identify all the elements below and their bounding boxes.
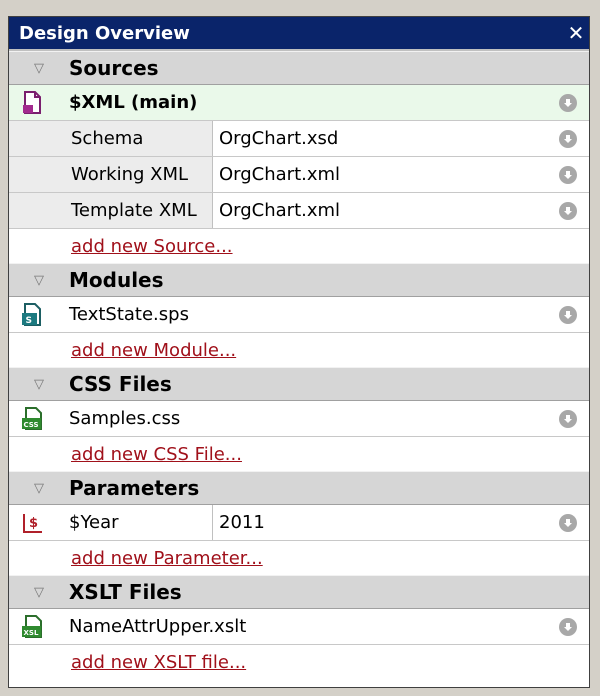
collapse-triangle-icon[interactable]: ▽ — [9, 273, 69, 288]
section-header-modules[interactable]: ▽ Modules — [9, 263, 589, 297]
prop-value[interactable]: OrgChart.xml — [213, 200, 589, 221]
css-file-icon: CSS — [9, 406, 69, 431]
section-header-css[interactable]: ▽ CSS Files — [9, 367, 589, 401]
module-label: TextState.sps — [69, 304, 189, 325]
download-icon[interactable] — [559, 202, 577, 220]
section-title-modules: Modules — [69, 268, 164, 292]
add-source-row: add new Source... — [9, 229, 589, 263]
section-title-sources: Sources — [69, 56, 159, 80]
panel-title: Design Overview — [19, 22, 190, 44]
add-module-row: add new Module... — [9, 333, 589, 367]
source-main-row[interactable]: $XML (main) — [9, 85, 589, 121]
download-icon[interactable] — [559, 94, 577, 112]
svg-text:XSL: XSL — [24, 629, 39, 637]
collapse-triangle-icon[interactable]: ▽ — [9, 585, 69, 600]
add-xslt-row: add new XSLT file... — [9, 645, 589, 679]
sps-file-icon: S — [9, 302, 69, 327]
panel-titlebar: Design Overview ✕ — [9, 17, 589, 51]
collapse-triangle-icon[interactable]: ▽ — [9, 377, 69, 392]
section-title-xslt: XSLT Files — [69, 580, 182, 604]
collapse-triangle-icon[interactable]: ▽ — [9, 481, 69, 496]
prop-value[interactable]: OrgChart.xml — [213, 164, 589, 185]
download-icon[interactable] — [559, 166, 577, 184]
section-header-xslt[interactable]: ▽ XSLT Files — [9, 575, 589, 609]
add-css-row: add new CSS File... — [9, 437, 589, 471]
add-source-link[interactable]: add new Source... — [71, 236, 233, 257]
xml-source-icon — [9, 90, 69, 115]
xslt-file-icon: XSL — [9, 614, 69, 639]
xslt-file-row[interactable]: XSL NameAttrUpper.xslt — [9, 609, 589, 645]
design-overview-panel: Design Overview ✕ ▽ Sources $XML (main) … — [8, 16, 590, 688]
add-parameter-row: add new Parameter... — [9, 541, 589, 575]
xslt-file-label: NameAttrUpper.xslt — [69, 616, 247, 637]
source-prop-row[interactable]: Template XML OrgChart.xml — [9, 193, 589, 229]
parameter-name: $Year — [69, 505, 213, 540]
source-main-label: $XML (main) — [69, 92, 198, 113]
section-header-parameters[interactable]: ▽ Parameters — [9, 471, 589, 505]
svg-text:S: S — [26, 316, 32, 326]
add-parameter-link[interactable]: add new Parameter... — [71, 548, 263, 569]
source-prop-row[interactable]: Schema OrgChart.xsd — [9, 121, 589, 157]
css-file-label: Samples.css — [69, 408, 181, 429]
css-file-row[interactable]: CSS Samples.css — [9, 401, 589, 437]
section-title-css: CSS Files — [69, 372, 172, 396]
download-icon[interactable] — [559, 514, 577, 532]
add-module-link[interactable]: add new Module... — [71, 340, 236, 361]
svg-text:CSS: CSS — [24, 421, 39, 429]
prop-value[interactable]: OrgChart.xsd — [213, 128, 589, 149]
download-icon[interactable] — [559, 306, 577, 324]
download-icon[interactable] — [559, 410, 577, 428]
parameter-icon: $ — [9, 512, 69, 534]
section-header-sources[interactable]: ▽ Sources — [9, 51, 589, 85]
section-title-parameters: Parameters — [69, 476, 200, 500]
add-css-link[interactable]: add new CSS File... — [71, 444, 242, 465]
source-prop-row[interactable]: Working XML OrgChart.xml — [9, 157, 589, 193]
parameter-row[interactable]: $ $Year 2011 — [9, 505, 589, 541]
parameter-value[interactable]: 2011 — [213, 512, 589, 533]
prop-key: Working XML — [69, 157, 213, 192]
module-row[interactable]: S TextState.sps — [9, 297, 589, 333]
close-icon[interactable]: ✕ — [563, 21, 589, 45]
add-xslt-link[interactable]: add new XSLT file... — [71, 652, 246, 673]
svg-text:$: $ — [29, 516, 38, 531]
download-icon[interactable] — [559, 618, 577, 636]
prop-key: Schema — [69, 121, 213, 156]
collapse-triangle-icon[interactable]: ▽ — [9, 61, 69, 76]
prop-key: Template XML — [69, 193, 213, 228]
download-icon[interactable] — [559, 130, 577, 148]
